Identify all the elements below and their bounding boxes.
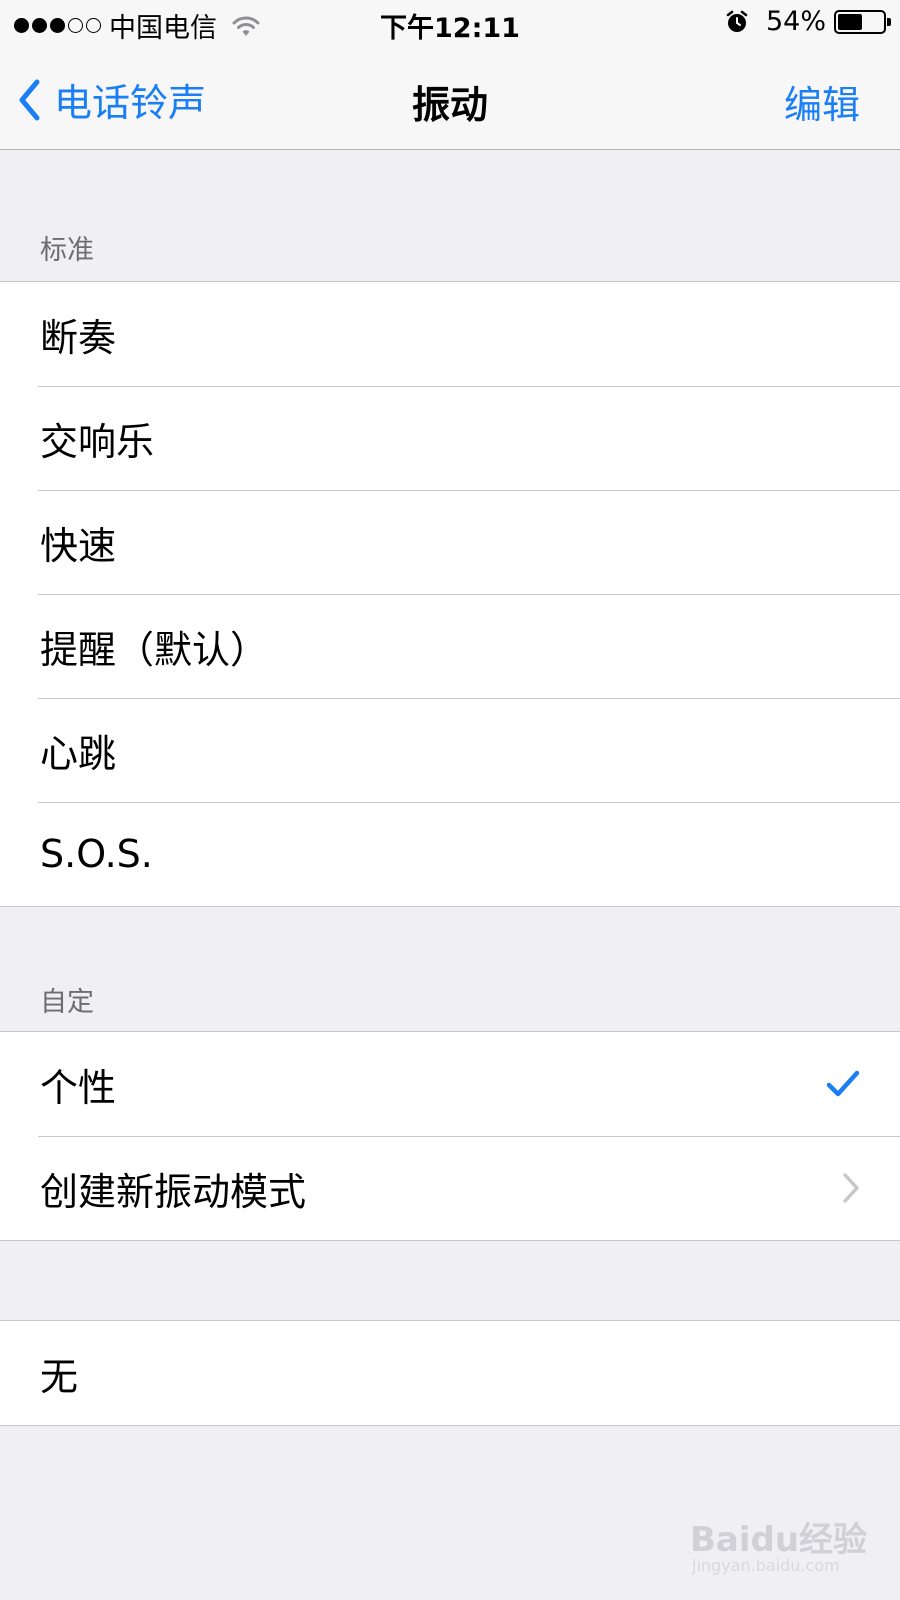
none-vibration-list: 无 bbox=[0, 1320, 900, 1426]
wifi-icon bbox=[232, 16, 260, 36]
vibration-option-label: 提醒（默认） bbox=[40, 627, 269, 672]
edit-button[interactable]: 编辑 bbox=[784, 74, 860, 129]
battery-percent: 54% bbox=[765, 6, 826, 37]
vibration-option-label: 个性 bbox=[40, 1065, 117, 1110]
battery-nub bbox=[887, 17, 891, 26]
status-left: 中国电信 bbox=[14, 6, 261, 45]
vibration-option-label: 断奏 bbox=[40, 315, 117, 360]
battery-icon bbox=[834, 9, 891, 34]
carrier-name: 中国电信 bbox=[109, 13, 217, 44]
status-bar: 中国电信 下午12:11 54% bbox=[0, 0, 900, 50]
signal-dot bbox=[68, 18, 83, 33]
checkmark-icon bbox=[826, 1070, 860, 1098]
standard-vibration-list: 断奏 交响乐 快速 提醒（默认） 心跳 S.O.S. bbox=[0, 281, 900, 907]
signal-dot bbox=[32, 18, 47, 33]
watermark-logo: Baidu经验 bbox=[690, 1520, 868, 1560]
back-button-label: 电话铃声 bbox=[54, 81, 207, 125]
alarm-icon bbox=[726, 10, 748, 32]
signal-dot bbox=[86, 18, 101, 33]
vibration-option[interactable]: 交响乐 bbox=[0, 386, 900, 490]
vibration-option-label: 交响乐 bbox=[40, 419, 155, 464]
create-vibration-row[interactable]: 创建新振动模式 bbox=[0, 1136, 900, 1240]
vibration-option[interactable]: 断奏 bbox=[0, 282, 900, 386]
vibration-option-selected[interactable]: 个性 bbox=[0, 1032, 900, 1136]
back-button[interactable]: 电话铃声 bbox=[18, 72, 206, 127]
vibration-option[interactable]: 提醒（默认） bbox=[0, 594, 900, 698]
create-vibration-label: 创建新振动模式 bbox=[40, 1169, 307, 1214]
battery-fill bbox=[838, 13, 862, 30]
vibration-option-label: 快速 bbox=[40, 523, 117, 568]
watermark-url: jingyan.baidu.com bbox=[692, 1556, 840, 1575]
signal-dot bbox=[50, 18, 65, 33]
vibration-option-label: 心跳 bbox=[40, 731, 117, 776]
navigation-bar: 电话铃声 振动 编辑 bbox=[0, 50, 900, 150]
status-right: 54% bbox=[724, 6, 891, 37]
vibration-option[interactable]: 心跳 bbox=[0, 698, 900, 802]
section-header-standard: 标准 bbox=[40, 235, 94, 266]
section-header-custom: 自定 bbox=[40, 987, 94, 1018]
vibration-option-label: 无 bbox=[40, 1354, 79, 1399]
signal-strength-icon bbox=[14, 18, 101, 33]
vibration-option-label: S.O.S. bbox=[40, 832, 153, 876]
chevron-right-icon bbox=[842, 1172, 860, 1204]
vibration-option[interactable]: S.O.S. bbox=[0, 802, 900, 906]
signal-dot bbox=[14, 18, 29, 33]
vibration-option[interactable]: 快速 bbox=[0, 490, 900, 594]
custom-vibration-list: 个性 创建新振动模式 bbox=[0, 1031, 900, 1241]
vibration-option-none[interactable]: 无 bbox=[0, 1321, 900, 1425]
chevron-left-icon bbox=[19, 79, 40, 120]
